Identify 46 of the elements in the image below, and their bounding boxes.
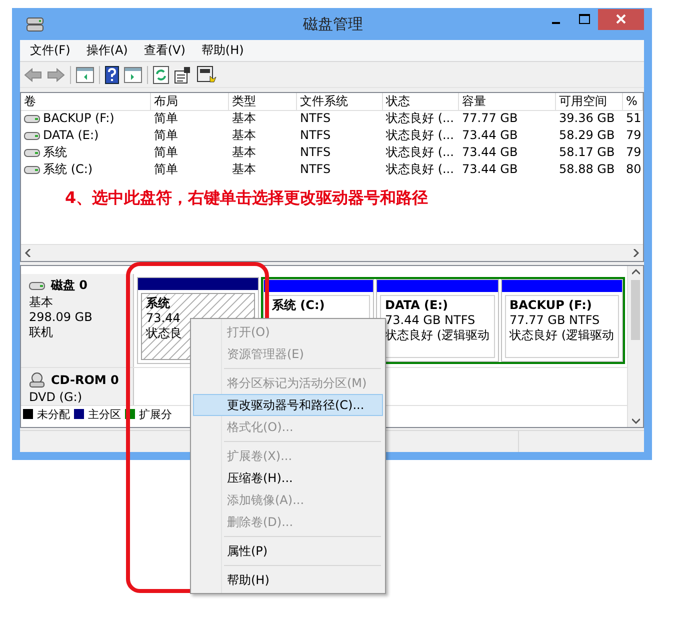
legend-label: 主分区 (88, 406, 121, 422)
disk-detail: 基本 (29, 295, 54, 310)
table-cell-text: 状态良好 (... (385, 110, 455, 127)
table-cell-text: 79 (625, 144, 642, 161)
table-cell-text: NTFS (299, 161, 332, 178)
partition-detail: 状态良 (146, 326, 182, 341)
table-cell-text: 73.44 GB (461, 144, 519, 161)
legend-label: 未分配 (37, 406, 70, 422)
partition-detail: 73.44 (146, 311, 180, 326)
table-cell-text: NTFS (299, 110, 332, 127)
table-cell-text: 基本 (231, 110, 257, 127)
partition-title: DATA (E:) (385, 298, 448, 313)
partition-title: BACKUP (F:) (510, 298, 592, 313)
table-cell-text: 73.44 GB (461, 161, 519, 178)
table-cell-text: 39.36 GB (558, 110, 616, 127)
partition-detail: 77.77 GB NTFS (510, 313, 600, 328)
table-cell-text: 51 (625, 110, 642, 127)
table-cell-text: 58.17 GB (558, 144, 616, 161)
table-cell-text: 80 (625, 161, 642, 178)
table-cell-text: 基本 (231, 144, 257, 161)
table-cell-text: 73.44 GB (461, 127, 519, 144)
table-cell-text: 简单 (153, 110, 179, 127)
legend-label: 扩展分 (139, 406, 172, 422)
table-cell-text: 状态良好 (... (385, 161, 455, 178)
table-cell-text: 58.88 GB (558, 161, 616, 178)
disk-detail: 298.09 GB (29, 310, 94, 325)
table-cell-text: 79 (625, 127, 642, 144)
table-cell-text: 简单 (153, 144, 179, 161)
partition-detail: 状态良好 (逻辑驱动 (510, 328, 614, 343)
table-cell-text: 58.29 GB (558, 127, 616, 144)
table-cell-text: 基本 (231, 127, 257, 144)
partition-title: 系统 (146, 296, 170, 311)
table-cell-text: 77.77 GB (461, 110, 519, 127)
table-cell-text: NTFS (299, 127, 332, 144)
table-cell-text: 简单 (153, 161, 179, 178)
table-cell-text: 基本 (231, 161, 257, 178)
partition-detail: 73.44 GB NTFS (385, 313, 476, 328)
annotation-text: 4、选中此盘符，右键单击选择更改驱动器号和路径 (65, 188, 428, 207)
table-cell-text: NTFS (299, 144, 332, 161)
table-cell-text: 简单 (153, 127, 179, 144)
disk-detail: 联机 (29, 325, 54, 340)
table-cell-text: 状态良好 (... (385, 144, 455, 161)
window-title: 磁盘管理 (302, 14, 364, 34)
partition-title: 系统 (C:) (272, 298, 325, 313)
table-cell-text: 状态良好 (... (385, 127, 455, 144)
disk-detail: DVD (G:) (29, 390, 83, 405)
